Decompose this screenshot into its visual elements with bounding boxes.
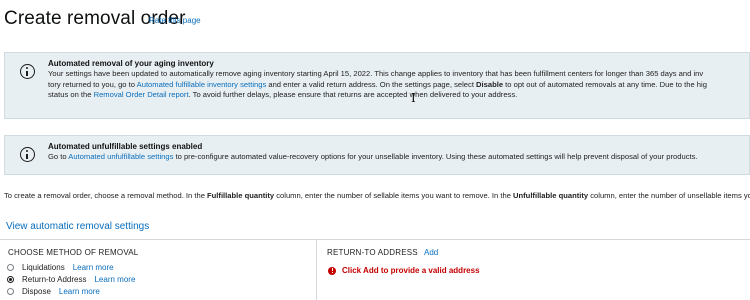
error-icon	[328, 266, 336, 275]
learn-more-link[interactable]: Learn more	[59, 287, 100, 296]
address-error-message: Click Add to provide a valid address	[328, 266, 480, 275]
removal-order-detail-report-link[interactable]: Removal Order Detail report	[94, 90, 189, 99]
section-divider	[0, 239, 750, 240]
return-to-address-heading: RETURN-TO ADDRESS	[327, 248, 418, 257]
learn-more-link[interactable]: Learn more	[73, 263, 114, 272]
unfulfillable-alert-text: Go to Automated unfulfillable settings t…	[48, 152, 698, 162]
automated-fulfillable-settings-link[interactable]: Automated fulfillable inventory settings	[137, 80, 267, 89]
view-automatic-removal-settings-link[interactable]: View automatic removal settings	[6, 221, 149, 232]
aging-alert-heading: Automated removal of your aging inventor…	[48, 59, 214, 68]
rate-this-page-link[interactable]: Rate this page	[149, 16, 201, 25]
aging-alert-line-3: status on the Removal Order Detail repor…	[48, 90, 518, 100]
aging-alert-line-1: Your settings have been updated to autom…	[48, 69, 704, 79]
text-cursor-icon: I	[411, 91, 416, 105]
unfulfillable-alert-heading: Automated unfulfillable settings enabled	[48, 142, 203, 151]
method-option-label: Liquidations	[22, 263, 65, 272]
method-option-return-to-address[interactable]: Return-to Address Learn more	[7, 274, 135, 285]
aging-inventory-alert: Automated removal of your aging inventor…	[4, 52, 750, 119]
method-option-label: Return-to Address	[22, 275, 87, 284]
method-option-liquidations[interactable]: Liquidations Learn more	[7, 262, 114, 273]
info-icon	[20, 147, 35, 162]
learn-more-link[interactable]: Learn more	[94, 275, 135, 284]
unfulfillable-settings-alert: Automated unfulfillable settings enabled…	[4, 135, 750, 175]
error-add-text: Add	[363, 266, 379, 275]
aging-alert-line-2: tory returned to you, go to Automated fu…	[48, 79, 707, 89]
removal-method-heading: CHOOSE METHOD OF REMOVAL	[8, 248, 139, 257]
column-divider	[316, 240, 317, 300]
removal-instructions: To create a removal order, choose a remo…	[4, 191, 750, 200]
method-option-dispose[interactable]: Dispose Learn more	[7, 286, 100, 297]
radio-button[interactable]	[7, 288, 14, 295]
add-address-link[interactable]: Add	[424, 248, 438, 257]
automated-unfulfillable-settings-link[interactable]: Automated unfulfillable settings	[68, 152, 173, 161]
method-option-label: Dispose	[22, 287, 51, 296]
radio-button-selected[interactable]	[7, 276, 14, 283]
radio-button[interactable]	[7, 264, 14, 271]
info-icon	[20, 64, 35, 79]
